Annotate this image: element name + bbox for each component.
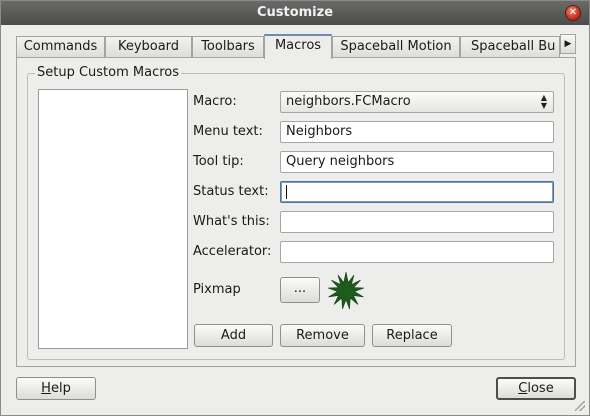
tool-tip-value: Query neighbors <box>286 154 395 169</box>
title-bar[interactable]: Customize ✕ <box>1 1 589 25</box>
macro-select[interactable]: neighbors.FCMacro ▲ ▼ <box>280 91 554 113</box>
help-mnemonic: H <box>41 381 51 396</box>
help-rest: elp <box>50 381 71 396</box>
tab-toolbars[interactable]: Toolbars <box>192 36 264 58</box>
group-title: Setup Custom Macros <box>35 65 182 80</box>
tab-spaceball-motion[interactable]: Spaceball Motion <box>332 36 460 58</box>
select-arrows-icon: ▲ ▼ <box>540 93 548 110</box>
pixmap-browse-button[interactable]: ... <box>280 277 320 303</box>
tab-spaceball-buttons[interactable]: Spaceball Bu <box>460 36 560 58</box>
whats-this-field[interactable] <box>280 211 554 233</box>
customize-dialog: Customize ✕ Commands Keyboard Toolbars M… <box>0 0 590 416</box>
status-text-field[interactable] <box>280 181 554 203</box>
tab-label: Toolbars <box>201 39 255 54</box>
tab-label: Commands <box>23 39 98 54</box>
close-mnemonic: C <box>518 381 528 396</box>
tool-tip-field[interactable]: Query neighbors <box>280 151 554 173</box>
menu-text-field[interactable]: Neighbors <box>280 121 554 143</box>
tab-commands[interactable]: Commands <box>16 36 105 58</box>
tool-tip-label: Tool tip: <box>193 154 244 169</box>
accelerator-label: Accelerator: <box>193 244 272 259</box>
tab-label: Keyboard <box>117 39 180 54</box>
text-caret <box>286 184 287 199</box>
tab-label: Macros <box>274 38 322 53</box>
macro-label: Macro: <box>193 94 237 109</box>
macro-select-value: neighbors.FCMacro <box>286 94 411 109</box>
close-button[interactable]: Close <box>496 377 576 400</box>
whats-this-label: What's this: <box>193 214 270 229</box>
accelerator-field[interactable] <box>280 241 554 263</box>
menu-text-value: Neighbors <box>286 124 353 139</box>
resize-grip-icon[interactable] <box>575 401 585 411</box>
tab-keyboard[interactable]: Keyboard <box>105 36 192 58</box>
help-button[interactable]: Help <box>16 377 96 400</box>
remove-button[interactable]: Remove <box>280 324 365 347</box>
replace-button[interactable]: Replace <box>372 324 452 347</box>
close-rest: lose <box>527 381 554 396</box>
window-title: Customize <box>256 5 334 20</box>
window-close-icon[interactable]: ✕ <box>565 5 581 21</box>
add-button[interactable]: Add <box>194 324 273 347</box>
tab-label: Spaceball Motion <box>340 39 452 54</box>
tab-macros[interactable]: Macros <box>264 34 332 59</box>
macro-list[interactable] <box>38 89 188 349</box>
green-starburst-icon <box>327 271 365 310</box>
status-text-label: Status text: <box>193 184 269 199</box>
menu-text-label: Menu text: <box>193 124 263 139</box>
tab-scroll-right-icon[interactable]: ▶ <box>560 34 576 54</box>
pixmap-label: Pixmap <box>193 282 241 297</box>
tab-label: Spaceball Bu <box>471 39 556 54</box>
tab-bar: Commands Keyboard Toolbars Macros Spaceb… <box>16 34 576 59</box>
